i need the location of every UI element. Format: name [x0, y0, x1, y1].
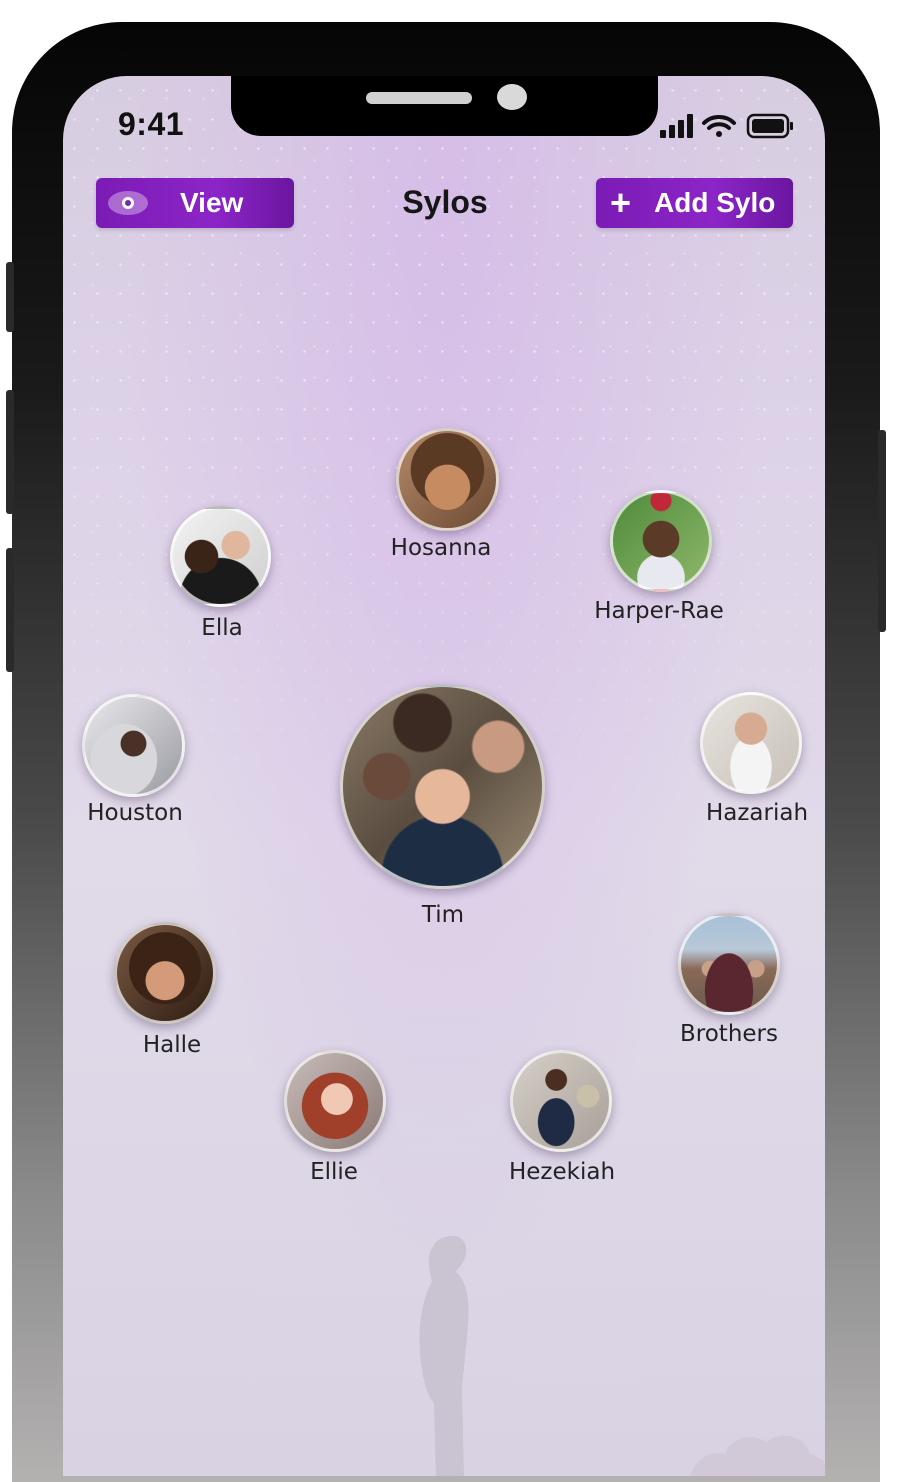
sylo-avatar-hezekiah[interactable]	[510, 1050, 612, 1152]
sylo-avatar-hazariah[interactable]	[700, 692, 802, 794]
sylo-avatar-tim[interactable]	[340, 684, 545, 889]
battery-icon	[746, 113, 793, 139]
speaker-grille	[366, 92, 472, 104]
view-button[interactable]: View	[96, 178, 294, 228]
sylo-avatar-ellie[interactable]	[284, 1050, 386, 1152]
sylo-label-brothers: Brothers	[680, 1021, 778, 1047]
sylo-label-harper-rae: Harper-Rae	[594, 598, 724, 624]
sylo-avatar-halle[interactable]	[114, 922, 216, 1024]
sylo-avatar-houston[interactable]	[82, 694, 185, 797]
mute-switch	[6, 262, 14, 332]
sylo-avatar-hosanna[interactable]	[396, 428, 499, 531]
signal-icon	[660, 114, 693, 138]
view-button-label: View	[180, 187, 244, 218]
add-sylo-button-label: Add Sylo	[654, 187, 776, 218]
sylo-avatar-brothers[interactable]	[678, 913, 780, 1015]
sylo-label-ellie: Ellie	[310, 1159, 358, 1185]
tree-silhouette	[690, 1435, 825, 1476]
sylo-label-ella: Ella	[201, 615, 243, 641]
notch	[231, 76, 658, 136]
sylo-label-hosanna: Hosanna	[390, 535, 492, 561]
sylo-label-halle: Halle	[142, 1032, 202, 1058]
wifi-icon	[702, 115, 736, 137]
sylo-avatar-ella[interactable]	[170, 506, 271, 607]
plus-icon: +	[610, 182, 632, 223]
sylo-label-tim: Tim	[421, 902, 465, 928]
page-title: Sylos	[402, 184, 488, 220]
volume-up-button	[6, 390, 14, 514]
eye-icon	[108, 191, 148, 215]
sylo-label-houston: Houston	[87, 800, 183, 826]
power-button	[878, 430, 886, 632]
status-icons	[660, 113, 793, 139]
sylo-avatar-harper-rae[interactable]	[610, 490, 712, 592]
sylo-label-hezekiah: Hezekiah	[508, 1159, 616, 1185]
sylo-label-hazariah: Hazariah	[705, 800, 809, 826]
volume-down-button	[6, 548, 14, 672]
add-sylo-button[interactable]: + Add Sylo	[596, 178, 793, 228]
status-time: 9:41	[118, 106, 185, 142]
person-silhouette	[419, 1235, 469, 1476]
camera-icon	[497, 84, 527, 110]
